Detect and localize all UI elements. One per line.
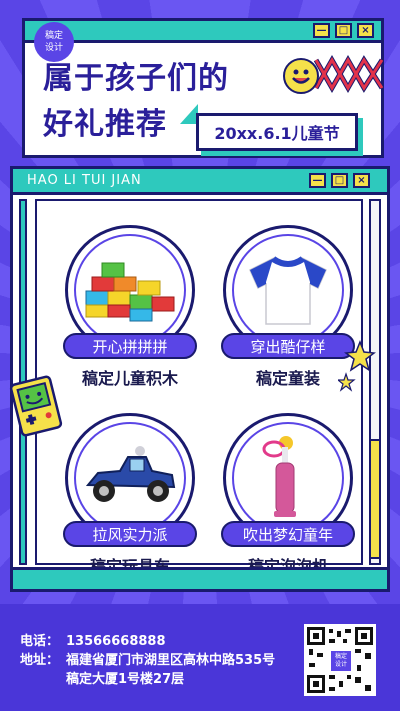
title-line-2: 好礼推荐 <box>43 107 167 142</box>
scrollbar-thumb[interactable] <box>371 439 379 559</box>
stars-decoration-icon <box>338 340 376 392</box>
title-line-1: 属于孩子们的 <box>43 61 229 96</box>
tshirt-icon <box>249 256 327 325</box>
maximize-button[interactable]: □ <box>331 173 348 188</box>
product-card[interactable]: 拉风实力派 稿定玩具车 <box>55 413 205 583</box>
address-label: 地址： <box>20 653 60 668</box>
main-window-title: HAO LI TUI JIAN <box>27 173 142 188</box>
date-tag: 20xx.6.1儿童节 <box>196 113 358 151</box>
toy-car-icon <box>85 446 176 502</box>
smiley-icon <box>283 58 319 94</box>
product-name: 稿定儿童积木 <box>81 369 178 388</box>
close-button[interactable]: × <box>357 23 374 38</box>
product-card[interactable]: 开心拼拼拼 稿定儿童积木 <box>55 225 205 395</box>
main-window: HAO LI TUI JIAN — □ × 开心拼拼拼 稿定儿童积木 穿出酷仔样… <box>10 166 390 592</box>
qr-logo: 稿定 设计 <box>331 651 351 671</box>
qr-logo-line2: 设计 <box>334 661 347 668</box>
close-button[interactable]: × <box>353 173 370 188</box>
brand-logo-line1: 稿定 <box>44 31 63 41</box>
title-window-bar: — □ × <box>25 21 381 43</box>
address-line1: 福建省厦门市湖里区高林中路535号 <box>66 653 276 668</box>
window-bottom-strip <box>13 567 387 589</box>
product-tagline: 穿出酷仔样 <box>221 333 355 359</box>
minimize-button[interactable]: — <box>309 173 326 188</box>
maximize-button[interactable]: □ <box>335 23 352 38</box>
phone-label: 电话： <box>20 634 60 649</box>
product-grid: 开心拼拼拼 稿定儿童积木 穿出酷仔样 稿定童装 拉风实力派 吹出梦幻童年 <box>35 199 363 576</box>
product-tagline: 吹出梦幻童年 <box>221 521 355 547</box>
qr-logo-line1: 稿定 <box>334 653 347 660</box>
address-line2: 稿定大厦1号楼27层 <box>66 672 185 687</box>
bubble-wand-icon <box>262 436 296 517</box>
building-blocks-icon <box>85 262 175 322</box>
phone-number[interactable]: 13566668888 <box>66 632 166 651</box>
product-card[interactable]: 吹出梦幻童年 稿定泡泡机 <box>213 413 363 583</box>
qr-code[interactable]: 稿定 设计 <box>304 624 376 696</box>
brand-logo-line2: 设计 <box>44 43 63 53</box>
brand-logo: 稿定 设计 <box>34 22 74 62</box>
main-window-bar: HAO LI TUI JIAN — □ × <box>13 169 387 195</box>
product-tagline: 拉风实力派 <box>63 521 197 547</box>
minimize-button[interactable]: — <box>313 23 330 38</box>
product-tagline: 开心拼拼拼 <box>63 333 197 359</box>
contact-info: 电话： 13566668888 地址： 福建省厦门市湖里区高林中路535号 稿定… <box>20 632 275 689</box>
scissor-lift-icon <box>314 54 384 94</box>
